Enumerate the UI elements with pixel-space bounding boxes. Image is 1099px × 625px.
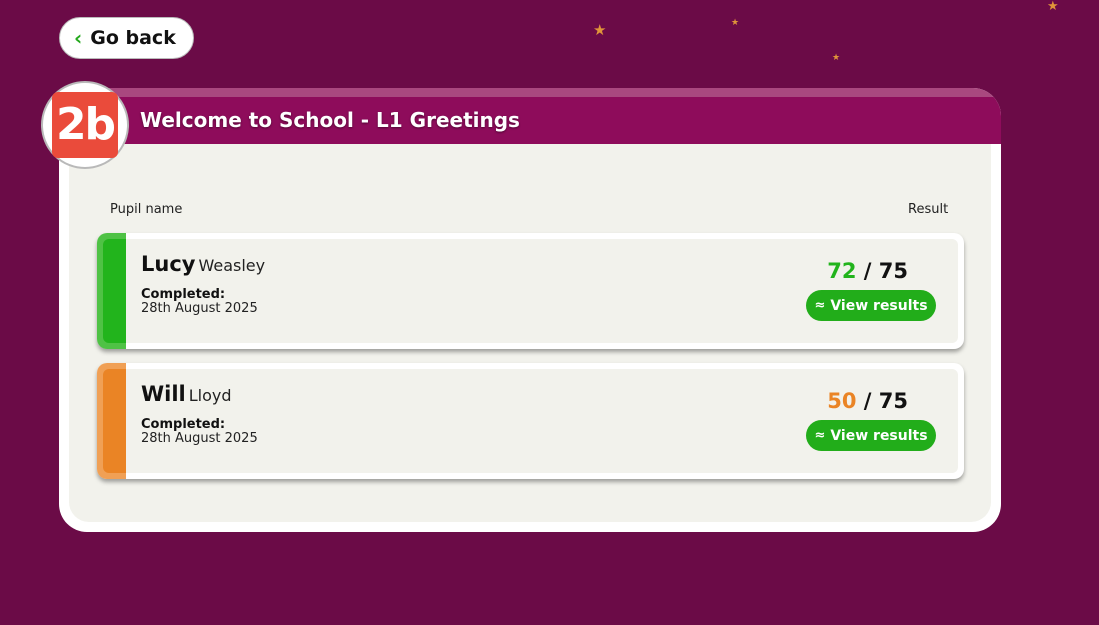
completed-date: 28th August 2025 (141, 431, 258, 446)
pupil-row: Will Lloyd Completed: 28th August 2025 50… (97, 363, 964, 479)
completed-label: Completed: (141, 287, 226, 302)
status-stripe (97, 233, 126, 349)
completed-date: 28th August 2025 (141, 301, 258, 316)
view-results-button[interactable]: ≈ View results (806, 290, 936, 321)
score-total: / 75 (863, 389, 908, 413)
score-value: 72 (827, 259, 857, 283)
view-results-label: View results (830, 427, 928, 444)
view-results-label: View results (830, 297, 928, 314)
star-icon: ★ (593, 21, 607, 39)
chart-trend-icon: ≈ (814, 428, 826, 443)
panel-title: Welcome to School - L1 Greetings (140, 108, 520, 132)
pupil-last-name: Lloyd (188, 386, 232, 405)
completed-label: Completed: (141, 417, 226, 432)
star-icon: ★ (832, 53, 841, 63)
pupil-first-name: Will (141, 382, 186, 406)
pupil-row: Lucy Weasley Completed: 28th August 2025 … (97, 233, 964, 349)
go-back-label: Go back (90, 27, 176, 49)
star-icon: ★ (1047, 0, 1059, 14)
pupil-row-body: Will Lloyd Completed: 28th August 2025 50… (126, 369, 958, 473)
column-header-result: Result (908, 202, 949, 217)
pupil-last-name: Weasley (198, 256, 266, 275)
star-icon: ★ (731, 18, 740, 28)
pupil-name: Lucy Weasley (141, 252, 265, 276)
level-badge-label: 2b (52, 92, 118, 158)
pupil-score: 72 / 75 (827, 259, 908, 283)
pupil-first-name: Lucy (141, 252, 196, 276)
chevron-left-icon: ‹ (74, 26, 83, 50)
status-stripe-core (103, 239, 126, 343)
level-badge: 2b (41, 81, 129, 169)
status-stripe-core (103, 369, 126, 473)
column-header-pupil-name: Pupil name (110, 202, 183, 217)
score-value: 50 (827, 389, 857, 413)
chart-trend-icon: ≈ (814, 298, 826, 313)
view-results-button[interactable]: ≈ View results (806, 420, 936, 451)
score-total: / 75 (863, 259, 908, 283)
pupil-name: Will Lloyd (141, 382, 232, 406)
pupil-score: 50 / 75 (827, 389, 908, 413)
go-back-button[interactable]: ‹ Go back (59, 17, 194, 59)
status-stripe (97, 363, 126, 479)
pupil-row-body: Lucy Weasley Completed: 28th August 2025 … (126, 239, 958, 343)
